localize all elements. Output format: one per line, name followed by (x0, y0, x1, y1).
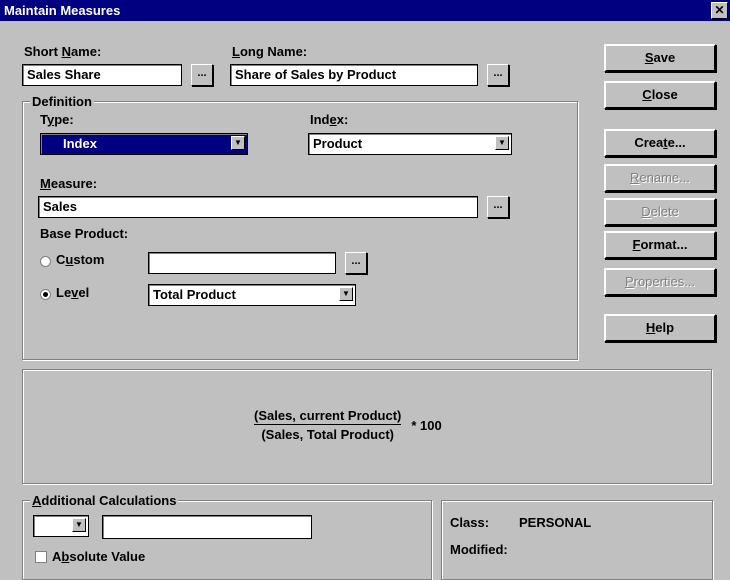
format-button[interactable]: Format... (604, 231, 716, 259)
level-dropdown[interactable]: Total Product ▼ (148, 284, 356, 306)
formula-denominator: (Sales, Total Product) (261, 427, 395, 442)
level-radio[interactable] (40, 289, 51, 300)
measure-label: Measure: (40, 176, 98, 191)
close-icon[interactable]: ✕ (711, 2, 728, 19)
additional-calculations-title: Additional Calculations (30, 493, 179, 508)
chevron-down-icon[interactable]: ▼ (495, 136, 509, 150)
formula-expression: (Sales, current Product) (Sales, Total P… (254, 408, 442, 442)
absolute-value-checkbox[interactable] (35, 551, 47, 563)
short-name-input[interactable]: Sales Share (22, 64, 182, 86)
operator-dropdown[interactable]: ▼ (33, 515, 89, 537)
create-button[interactable]: Create... (604, 129, 716, 157)
formula-numerator: (Sales, current Product) (254, 408, 402, 425)
info-panel (441, 500, 713, 580)
class-value: PERSONAL (519, 515, 592, 530)
help-button[interactable]: Help (604, 314, 716, 342)
custom-radio-label: Custom (56, 252, 105, 267)
custom-product-input[interactable] (148, 252, 336, 274)
measure-input[interactable]: Sales (38, 196, 478, 218)
long-name-input[interactable]: Share of Sales by Product (230, 64, 478, 86)
save-button[interactable]: Save (604, 44, 716, 72)
rename-button[interactable]: Rename... (604, 164, 716, 192)
class-label: Class: (450, 515, 490, 530)
custom-product-browse-button[interactable]: ... (345, 252, 367, 274)
close-button[interactable]: Close (604, 81, 716, 109)
custom-radio[interactable] (40, 256, 51, 267)
modified-label: Modified: (450, 542, 508, 557)
formula-multiplier: * 100 (411, 417, 442, 433)
long-name-label: Long Name: (232, 44, 308, 59)
chevron-down-icon[interactable]: ▼ (231, 136, 245, 150)
delete-button[interactable]: Delete (604, 198, 716, 226)
properties-button[interactable]: Properties... (604, 268, 716, 296)
level-dropdown-value: Total Product (153, 287, 236, 302)
level-radio-label: Level (56, 285, 90, 300)
index-label: Index: (310, 112, 349, 127)
definition-group-title: Definition (30, 94, 94, 109)
index-dropdown[interactable]: Product ▼ (308, 133, 512, 155)
long-name-browse-button[interactable]: ... (487, 64, 509, 86)
short-name-label: Short Name: (24, 44, 102, 59)
absolute-value-label: Absolute Value (52, 549, 146, 564)
short-name-browse-button[interactable]: ... (191, 64, 213, 86)
index-dropdown-value: Product (313, 136, 363, 151)
base-product-label: Base Product: (40, 226, 129, 241)
chevron-down-icon[interactable]: ▼ (72, 518, 86, 532)
operand-input[interactable] (102, 515, 312, 539)
type-label: Type: (40, 112, 74, 127)
chevron-down-icon[interactable]: ▼ (339, 287, 353, 301)
window-title: Maintain Measures (4, 3, 121, 18)
type-dropdown[interactable]: Index ▼ (40, 133, 248, 155)
type-dropdown-value: Index (63, 136, 97, 151)
title-bar: Maintain Measures ✕ (0, 0, 730, 21)
additional-calculations-group (22, 500, 432, 580)
measure-browse-button[interactable]: ... (487, 196, 509, 218)
